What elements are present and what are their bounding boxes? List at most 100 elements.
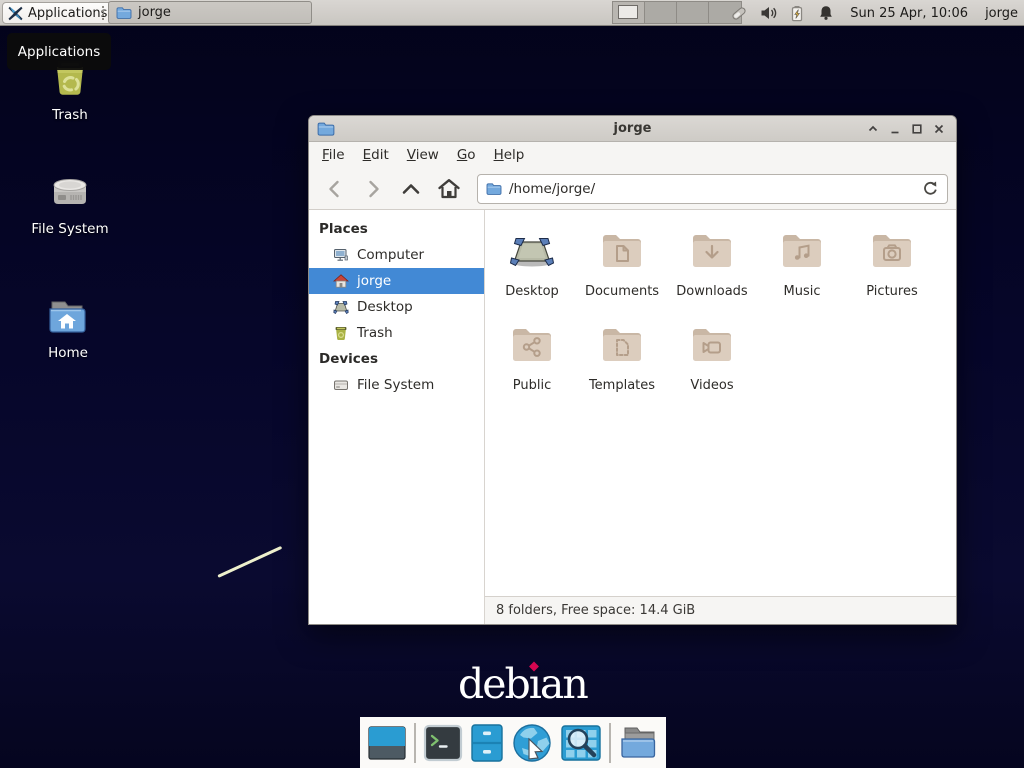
file-manager-window: jorge File Edit View Go Help — [308, 115, 957, 625]
system-tray: Sun 25 Apr, 10:06 jorge — [730, 0, 1020, 26]
folder-label: Public — [513, 378, 551, 393]
sidebar-item-desktop[interactable]: Desktop — [309, 294, 484, 320]
battery-icon[interactable] — [788, 5, 806, 22]
maximize-button[interactable] — [906, 118, 928, 140]
folder-label: Desktop — [505, 284, 559, 299]
debian-logo: debıan — [458, 660, 587, 708]
path-text[interactable]: /home/jorge/ — [509, 181, 915, 197]
folder-item-public[interactable]: Public — [487, 318, 577, 412]
desktop-icon — [333, 299, 349, 315]
folder-label: Templates — [589, 378, 655, 393]
path-folder-icon — [486, 181, 502, 197]
window-title: jorge — [309, 121, 956, 136]
window-controls — [862, 116, 950, 142]
folder-label: Documents — [585, 284, 659, 299]
menu-view[interactable]: View — [398, 142, 448, 168]
dock-separator — [609, 723, 611, 763]
panel-username[interactable]: jorge — [985, 6, 1020, 21]
desktop-surface-icon — [508, 227, 556, 275]
show-desktop-icon[interactable] — [367, 724, 407, 762]
trash-small-icon — [333, 325, 349, 341]
debian-logo-text: deb — [458, 660, 529, 708]
sidebar-item-label: File System — [357, 377, 434, 393]
sidebar-item-jorge[interactable]: jorge — [309, 268, 484, 294]
templates-folder-icon — [598, 321, 646, 369]
sidebar: Places Computer — [309, 210, 485, 624]
sidebar-item-label: jorge — [357, 273, 391, 289]
computer-icon — [333, 247, 349, 263]
sidebar-header-places: Places — [309, 216, 484, 242]
volume-icon[interactable] — [759, 5, 777, 22]
desktop-icon-label: File System — [31, 221, 108, 237]
location-bar[interactable]: /home/jorge/ — [477, 174, 948, 204]
back-button[interactable] — [317, 173, 353, 205]
folder-item-downloads[interactable]: Downloads — [667, 224, 757, 318]
stray-line-artifact — [217, 546, 282, 578]
workspace-1[interactable] — [613, 2, 645, 23]
applications-tooltip: Applications — [7, 33, 111, 70]
taskbar-window-button[interactable]: jorge — [108, 1, 312, 24]
folder-item-videos[interactable]: Videos — [667, 318, 757, 412]
desktop-icon-label: Home — [48, 345, 88, 361]
close-button[interactable] — [928, 118, 950, 140]
notifications-bell-icon[interactable] — [817, 5, 835, 22]
desktop-icon-file-system[interactable]: File System — [15, 168, 125, 237]
folder-item-pictures[interactable]: Pictures — [847, 224, 937, 318]
applications-menu-button[interactable]: Applications — [2, 2, 116, 24]
folder-item-documents[interactable]: Documents — [577, 224, 667, 318]
folder-grid: Desktop Documents — [485, 210, 956, 596]
sidebar-item-label: Trash — [357, 325, 393, 341]
workspace-2[interactable] — [645, 2, 677, 23]
applications-menu-icon — [7, 5, 24, 22]
sidebar-item-computer[interactable]: Computer — [309, 242, 484, 268]
desktop-icon-home[interactable]: Home — [13, 292, 123, 361]
applications-tooltip-text: Applications — [18, 44, 100, 60]
sidebar-item-file-system[interactable]: File System — [309, 372, 484, 398]
sidebar-header-devices: Devices — [309, 346, 484, 372]
home-folder-icon — [44, 292, 92, 340]
folder-item-music[interactable]: Music — [757, 224, 847, 318]
window-titlebar[interactable]: jorge — [309, 116, 956, 142]
drive-small-icon — [333, 377, 349, 393]
application-finder-icon[interactable] — [560, 724, 602, 762]
folder-view: Desktop Documents — [485, 210, 956, 624]
menu-edit[interactable]: Edit — [354, 142, 398, 168]
file-manager-icon[interactable] — [618, 724, 660, 762]
desktop-icon-label: Trash — [52, 107, 88, 123]
home-icon — [333, 273, 349, 289]
documents-folder-icon — [598, 227, 646, 275]
sidebar-item-label: Computer — [357, 247, 424, 263]
terminal-icon[interactable] — [423, 724, 463, 762]
menu-go[interactable]: Go — [448, 142, 485, 168]
forward-button[interactable] — [355, 173, 391, 205]
folder-label: Downloads — [676, 284, 747, 299]
folder-item-templates[interactable]: Templates — [577, 318, 667, 412]
hard-drive-icon — [46, 168, 94, 216]
menu-file[interactable]: File — [313, 142, 354, 168]
panel-clock[interactable]: Sun 25 Apr, 10:06 — [850, 6, 968, 21]
task-folder-icon — [116, 5, 132, 21]
reload-icon[interactable] — [922, 180, 939, 197]
workspace-3[interactable] — [677, 2, 709, 23]
sidebar-item-trash[interactable]: Trash — [309, 320, 484, 346]
folder-item-desktop[interactable]: Desktop — [487, 224, 577, 318]
minimize-button[interactable] — [884, 118, 906, 140]
window-body: Places Computer — [309, 210, 956, 624]
shade-button[interactable] — [862, 118, 884, 140]
public-folder-icon — [508, 321, 556, 369]
dock-separator — [414, 723, 416, 763]
sidebar-item-label: Desktop — [357, 299, 413, 315]
workspace-pager — [612, 1, 742, 24]
menu-bar: File Edit View Go Help — [309, 142, 956, 168]
downloads-folder-icon — [688, 227, 736, 275]
toolbar: /home/jorge/ — [309, 168, 956, 210]
music-folder-icon — [778, 227, 826, 275]
web-browser-icon[interactable] — [511, 722, 553, 764]
input-device-icon[interactable] — [730, 5, 748, 22]
home-button[interactable] — [431, 173, 467, 205]
pictures-folder-icon — [868, 227, 916, 275]
menu-help[interactable]: Help — [485, 142, 534, 168]
up-button[interactable] — [393, 173, 429, 205]
file-cabinet-icon[interactable] — [470, 723, 504, 763]
panel-handle — [102, 6, 104, 20]
